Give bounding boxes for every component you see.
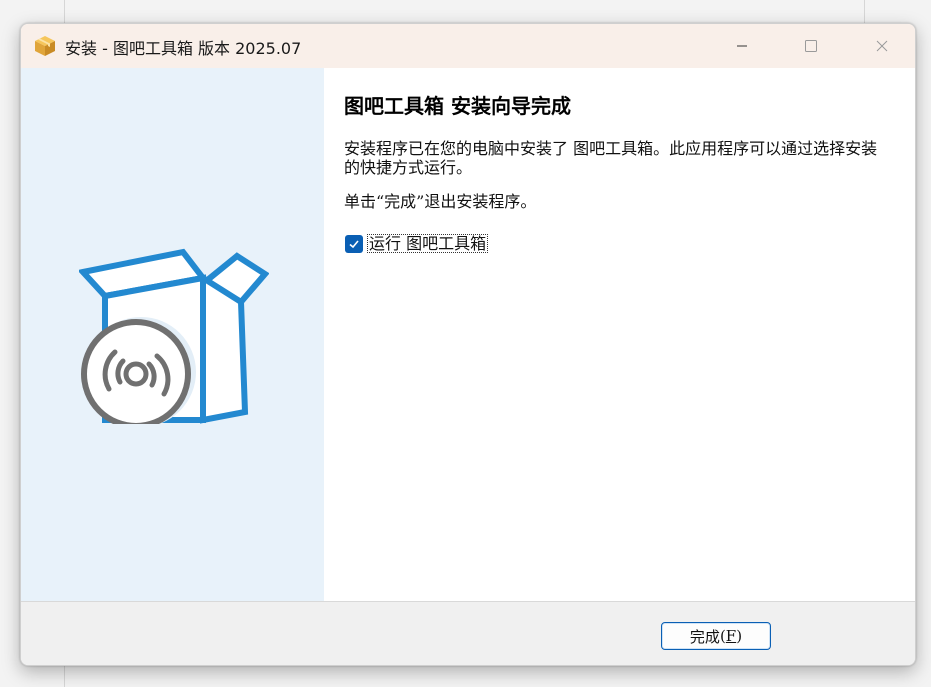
package-box-icon [35, 36, 55, 56]
minimize-icon [737, 45, 747, 47]
run-app-label[interactable]: 运行 图吧工具箱 [367, 234, 489, 253]
completion-message: 安装程序已在您的电脑中安装了 图吧工具箱。此应用程序可以通过选择安装的快捷方式运… [344, 139, 878, 177]
run-app-checkbox[interactable]: 运行 图吧工具箱 [345, 234, 489, 253]
minimize-button[interactable] [719, 24, 765, 68]
exit-instruction: 单击“完成”退出安装程序。 [344, 192, 537, 211]
checkmark-icon [349, 239, 359, 248]
background-edge [64, 664, 65, 687]
window-title: 安装 - 图吧工具箱 版本 2025.07 [65, 39, 302, 58]
maximize-icon [805, 40, 817, 52]
installer-window: 安装 - 图吧工具箱 版本 2025.07 图吧工具箱 安装向导完成 安装程序已… [20, 23, 916, 666]
finish-paren-close: ) [736, 627, 743, 645]
background-edge [64, 0, 65, 23]
wizard-side-panel [21, 68, 324, 601]
finish-button[interactable]: 完成(F) [661, 622, 771, 650]
close-icon [876, 40, 888, 52]
page-title: 图吧工具箱 安装向导完成 [344, 94, 571, 118]
maximize-button[interactable] [788, 24, 834, 68]
close-button[interactable] [859, 24, 905, 68]
checkbox-checked[interactable] [345, 234, 363, 253]
finish-label: 完成 [689, 627, 720, 646]
finish-accelerator: F [725, 627, 737, 645]
wizard-content: 图吧工具箱 安装向导完成 安装程序已在您的电脑中安装了 图吧工具箱。此应用程序可… [324, 68, 915, 601]
wizard-footer: 完成(F) [21, 601, 915, 665]
background-edge [864, 0, 865, 23]
installer-box-disc-icon [79, 248, 269, 424]
title-bar[interactable]: 安装 - 图吧工具箱 版本 2025.07 [21, 24, 915, 68]
